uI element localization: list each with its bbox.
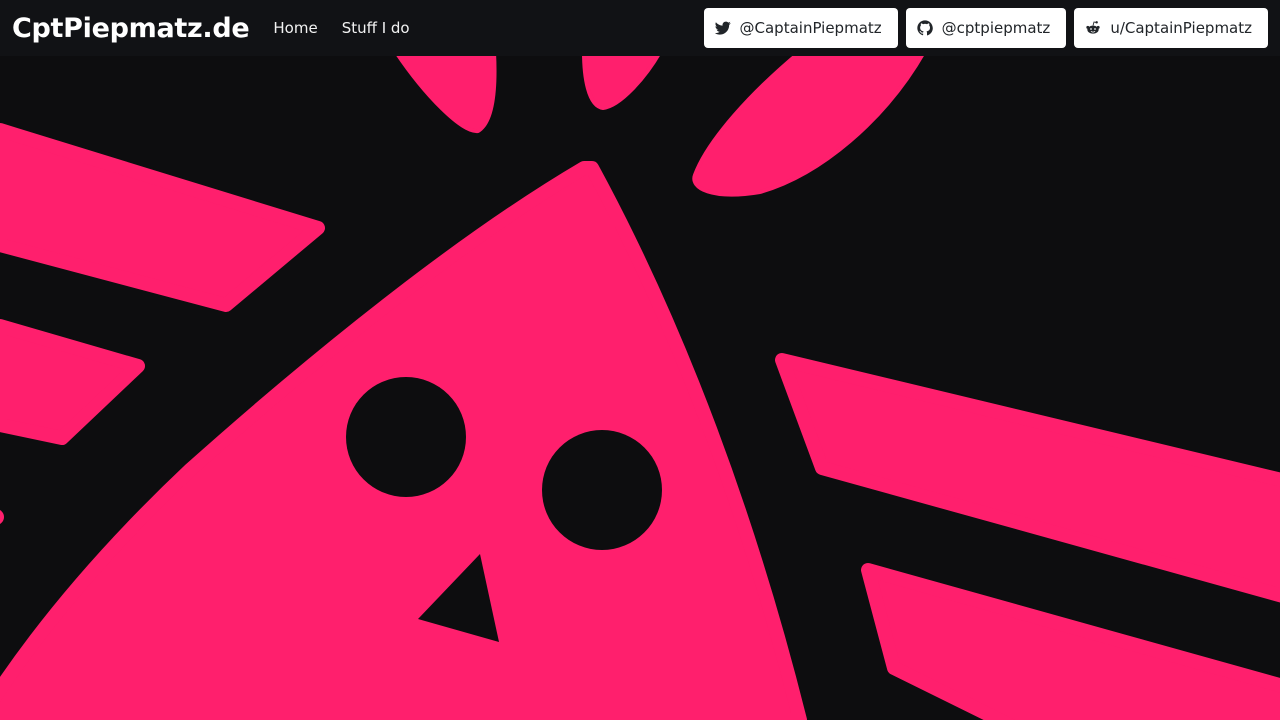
bird-eye-left — [346, 377, 466, 497]
feather-top-left — [394, 50, 497, 134]
reddit-icon — [1085, 20, 1101, 36]
github-handle: @cptpiepmatz — [941, 19, 1051, 37]
github-button[interactable]: @cptpiepmatz — [905, 8, 1067, 48]
reddit-handle: u/CaptainPiepmatz — [1110, 19, 1252, 37]
nav-link-stuff-i-do[interactable]: Stuff I do — [330, 19, 422, 37]
reddit-button[interactable]: u/CaptainPiepmatz — [1074, 8, 1268, 48]
site-brand-link[interactable]: CptPiepmatz.de — [12, 13, 250, 44]
twitter-handle: @CaptainPiepmatz — [739, 19, 882, 37]
social-links: @CaptainPiepmatz @cptpiepmatz u/CaptainP… — [703, 8, 1268, 48]
twitter-icon — [714, 20, 731, 36]
hero-bird-artwork — [0, 50, 1280, 720]
github-icon — [916, 20, 933, 36]
top-navbar: CptPiepmatz.de Home Stuff I do @CaptainP… — [0, 0, 1280, 56]
nav-links: Home Stuff I do — [261, 19, 421, 37]
wing-left-lower — [0, 319, 145, 445]
wing-right-lower — [861, 563, 1280, 720]
wing-left-upper — [0, 123, 325, 312]
wing-left-dot — [0, 510, 4, 524]
bird-eye-right — [542, 430, 662, 550]
feather-top-right — [692, 50, 926, 197]
nav-link-home[interactable]: Home — [261, 19, 329, 37]
feather-top-middle — [582, 50, 662, 110]
twitter-button[interactable]: @CaptainPiepmatz — [703, 8, 898, 48]
wing-right-upper — [775, 353, 1280, 603]
